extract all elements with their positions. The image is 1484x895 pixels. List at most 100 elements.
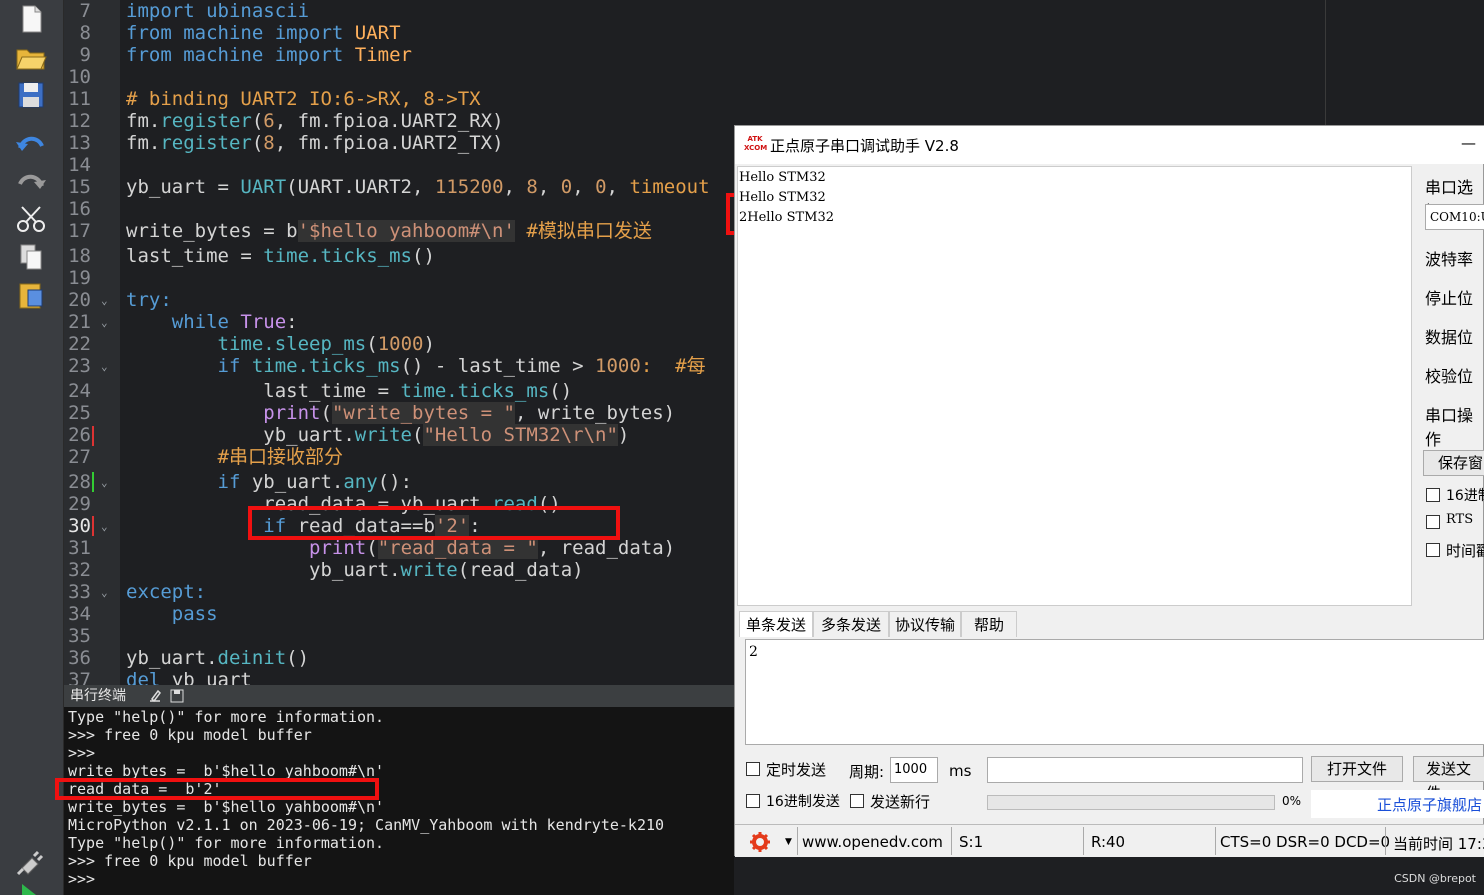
period-input[interactable]: 1000 (890, 757, 938, 783)
code-line-20: try: (126, 289, 172, 311)
fold-chevron-icon[interactable]: ⌄ (101, 582, 108, 604)
save-window-button[interactable]: 保存窗 (1423, 450, 1484, 476)
status-bar: ▼ www.openedv.com S:1 R:40 CTS=0 DSR=0 D… (735, 824, 1484, 857)
terminal-line: Type "help()" for more information. (68, 708, 385, 726)
data-bits-label: 数据位 (1425, 328, 1474, 347)
new-file-icon[interactable] (14, 4, 48, 34)
rts-label: RTS (1446, 512, 1474, 527)
code-line-25: print("write_bytes = ", write_bytes) (263, 402, 676, 424)
tab-multi-send[interactable]: 多条发送 (813, 611, 889, 637)
open-folder-icon[interactable] (14, 42, 48, 72)
timed-send-label: 定时发送 (766, 761, 827, 779)
brand-store-link[interactable]: 正点原子旗舰店 (1377, 794, 1482, 815)
clear-terminal-icon[interactable] (148, 689, 162, 703)
timestamp-checkbox[interactable] (1426, 543, 1440, 557)
rx-line: Hello STM32 (739, 190, 826, 205)
rts-checkbox[interactable] (1426, 515, 1440, 529)
line-number: 9 (79, 44, 91, 66)
save-icon[interactable] (14, 80, 48, 110)
fold-chevron-icon[interactable]: ⌄ (101, 472, 108, 494)
connect-plug-icon[interactable] (14, 846, 48, 876)
cut-icon[interactable] (14, 204, 48, 234)
terminal-header: 串行终端 (64, 685, 734, 707)
atk-logo-icon: ATK XCOM (744, 135, 768, 152)
parity-label: 校验位 (1425, 367, 1474, 386)
fold-chevron-icon[interactable]: ⌄ (101, 312, 108, 334)
send-newline-checkbox[interactable] (850, 794, 864, 808)
line-number: 7 (79, 0, 91, 22)
terminal-line: >>> free 0 kpu model buffer (68, 726, 312, 744)
save-log-icon[interactable] (170, 689, 184, 703)
gear-icon[interactable] (749, 831, 771, 853)
tab-single-send[interactable]: 单条发送 (739, 611, 813, 637)
send-newline-label: 发送新行 (870, 793, 931, 811)
line-status: CTS=0 DSR=0 DCD=0 (1220, 833, 1391, 851)
hex-send-checkbox[interactable] (746, 794, 760, 808)
serial-assistant-window: ATK XCOM 正点原子串口调试助手 V2.8 — Hello STM32 Hel… (734, 125, 1484, 857)
highlight-code-box (248, 506, 620, 540)
line-number-gutter: 7 8 9 10 11 12 13 14 15 16 17 18 19 20 ⌄ 21 ⌄ 22 23 ⌄ 24 25 26… (64, 0, 120, 691)
code-line-15: yb_uart = UART(UART.UART2, 115200, 8, 0,… (126, 176, 710, 198)
fold-chevron-icon[interactable]: ⌄ (101, 356, 108, 378)
port-select[interactable]: COM10:U (1425, 204, 1484, 230)
terminal-line: write_bytes = b'$hello yahboom#\n' (68, 798, 385, 816)
code-line-8: from machine import UART (126, 22, 401, 44)
copy-icon[interactable] (14, 242, 48, 272)
line-number: 17 (68, 220, 91, 242)
minimize-button[interactable]: — (1461, 134, 1476, 152)
fold-chevron-icon[interactable]: ⌄ (101, 290, 108, 312)
terminal-line: >>> (68, 870, 96, 888)
file-path-input[interactable] (987, 757, 1303, 783)
code-line-7: import ubinascii (126, 0, 310, 22)
fold-chevron-icon[interactable]: ⌄ (101, 516, 108, 538)
timestamp-label: 时间戳 (1446, 542, 1484, 560)
open-file-button[interactable]: 打开文件 (1311, 756, 1403, 782)
code-line-17: write_bytes = b'$hello yahboom#\n' #模拟串口… (126, 220, 652, 242)
hex-display-checkbox[interactable] (1426, 488, 1440, 502)
code-line-31: print("read_data = ", read_data) (309, 537, 676, 559)
line-number: 10 (68, 66, 91, 88)
line-number: 21 (68, 311, 91, 333)
code-line-32: yb_uart.write(read_data) (126, 559, 584, 581)
line-number: 34 (68, 603, 91, 625)
line-number: 25 (68, 402, 91, 424)
line-number: 20 (68, 289, 91, 311)
line-number: 29 (68, 493, 91, 515)
code-line-18: last_time = time.ticks_ms() (126, 245, 435, 267)
send-file-button[interactable]: 发送文件 (1413, 756, 1484, 802)
line-number: 11 (68, 88, 91, 110)
current-time: 当前时间 17:3 (1393, 835, 1484, 853)
terminal-title: 串行终端 (70, 688, 126, 704)
tab-help[interactable]: 帮助 (961, 611, 1017, 637)
code-line-22: time.sleep_ms(1000) (217, 333, 435, 355)
serial-terminal[interactable]: Type "help()" for more information. >>> f… (64, 707, 734, 895)
received-count: R:40 (1091, 833, 1126, 851)
line-number: 22 (68, 333, 91, 355)
stop-bits-label: 停止位 (1425, 289, 1474, 308)
code-line-21: while True: (171, 311, 298, 333)
code-line-26: yb_uart.write("Hello STM32\r\n") (126, 424, 630, 446)
paste-icon[interactable] (14, 280, 48, 310)
rx-line: Hello STM32 (739, 170, 826, 185)
hex-send-label: 16进制发送 (766, 794, 840, 810)
website-link[interactable]: www.openedv.com (802, 833, 943, 851)
receive-area[interactable]: Hello STM32 Hello STM32 2Hello STM32 (737, 166, 1412, 606)
rx-line: 2Hello STM32 (739, 210, 835, 225)
code-line-12: fm.register(6, fm.fpioa.UART2_RX) (126, 110, 504, 132)
send-input[interactable]: 2 (745, 639, 1484, 745)
timed-send-checkbox[interactable] (746, 762, 760, 776)
line-number: 14 (68, 154, 91, 176)
period-label: 周期: (849, 763, 885, 781)
line-number: 35 (68, 625, 91, 647)
undo-icon[interactable] (14, 128, 48, 158)
tab-protocol[interactable]: 协议传输 (889, 611, 961, 637)
window-titlebar: ATK XCOM 正点原子串口调试助手 V2.8 — (735, 126, 1484, 164)
line-number: 30 (68, 515, 91, 537)
line-number: 36 (68, 647, 91, 669)
terminal-line: MicroPython v2.1.1 on 2023-06-19; CanMV_… (68, 816, 665, 834)
modified-marker (92, 516, 94, 536)
run-icon[interactable] (14, 884, 48, 895)
chevron-down-icon[interactable]: ▼ (785, 837, 792, 847)
redo-icon[interactable] (14, 166, 48, 196)
send-progress-bar (987, 795, 1275, 810)
